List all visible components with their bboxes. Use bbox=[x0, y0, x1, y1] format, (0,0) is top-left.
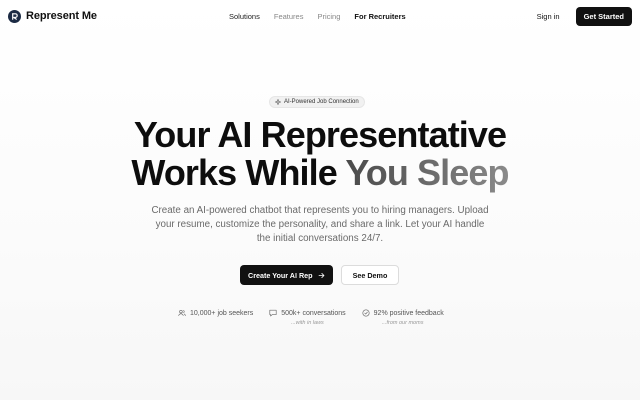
stat-label: 92% positive feedback bbox=[373, 309, 444, 317]
stat-feedback: 92% positive feedback ...from our moms bbox=[362, 309, 444, 326]
nav-link-for-recruiters[interactable]: For Recruiters bbox=[354, 12, 405, 21]
nav-link-features[interactable]: Features bbox=[274, 12, 304, 21]
sparkle-icon bbox=[275, 99, 281, 105]
arrow-right-icon bbox=[318, 272, 324, 278]
stat-note: ...from our moms bbox=[381, 320, 424, 326]
hero-badge-label: AI-Powered Job Connection bbox=[284, 99, 359, 105]
stats-row: 10,000+ job seekers 500k+ conversations … bbox=[178, 309, 444, 326]
get-started-button[interactable]: Get Started bbox=[575, 6, 632, 26]
nav-link-pricing[interactable]: Pricing bbox=[317, 12, 340, 21]
see-demo-button[interactable]: See Demo bbox=[340, 265, 400, 285]
signin-link[interactable]: Sign in bbox=[537, 12, 560, 21]
stat-note: ...with in laws bbox=[291, 320, 324, 326]
nav-actions: Sign in Get Started bbox=[537, 6, 632, 26]
brand[interactable]: Represent Me bbox=[8, 9, 97, 23]
stat-label: 10,000+ job seekers bbox=[190, 309, 254, 317]
headline-line-2-dark: Works While bbox=[131, 152, 346, 193]
hero-badge: AI-Powered Job Connection bbox=[269, 96, 365, 108]
nav-link-solutions[interactable]: Solutions bbox=[229, 12, 260, 21]
chat-icon bbox=[269, 309, 277, 317]
create-ai-rep-label: Create Your AI Rep bbox=[248, 270, 313, 280]
stat-label: 500k+ conversations bbox=[281, 309, 346, 317]
create-ai-rep-button[interactable]: Create Your AI Rep bbox=[240, 265, 333, 285]
users-icon bbox=[178, 309, 186, 316]
headline-line-1: Your AI Representative bbox=[133, 114, 507, 155]
brand-name: Represent Me bbox=[26, 10, 97, 22]
hero-headline: Your AI Representative Works While You S… bbox=[0, 116, 640, 192]
check-circle-icon bbox=[362, 309, 370, 317]
nav-links: Solutions Features Pricing For Recruiter… bbox=[229, 0, 420, 32]
stat-job-seekers: 10,000+ job seekers bbox=[178, 309, 253, 326]
headline-line-2-gray: You Sleep bbox=[345, 152, 509, 193]
stat-conversations: 500k+ conversations ...with in laws bbox=[269, 309, 346, 326]
representme-logo-icon bbox=[8, 9, 21, 23]
hero-subheadline: Create an AI-powered chatbot that repres… bbox=[151, 205, 489, 244]
top-nav: Represent Me Solutions Features Pricing … bbox=[0, 0, 640, 32]
cta-row: Create Your AI Rep See Demo bbox=[240, 265, 400, 285]
